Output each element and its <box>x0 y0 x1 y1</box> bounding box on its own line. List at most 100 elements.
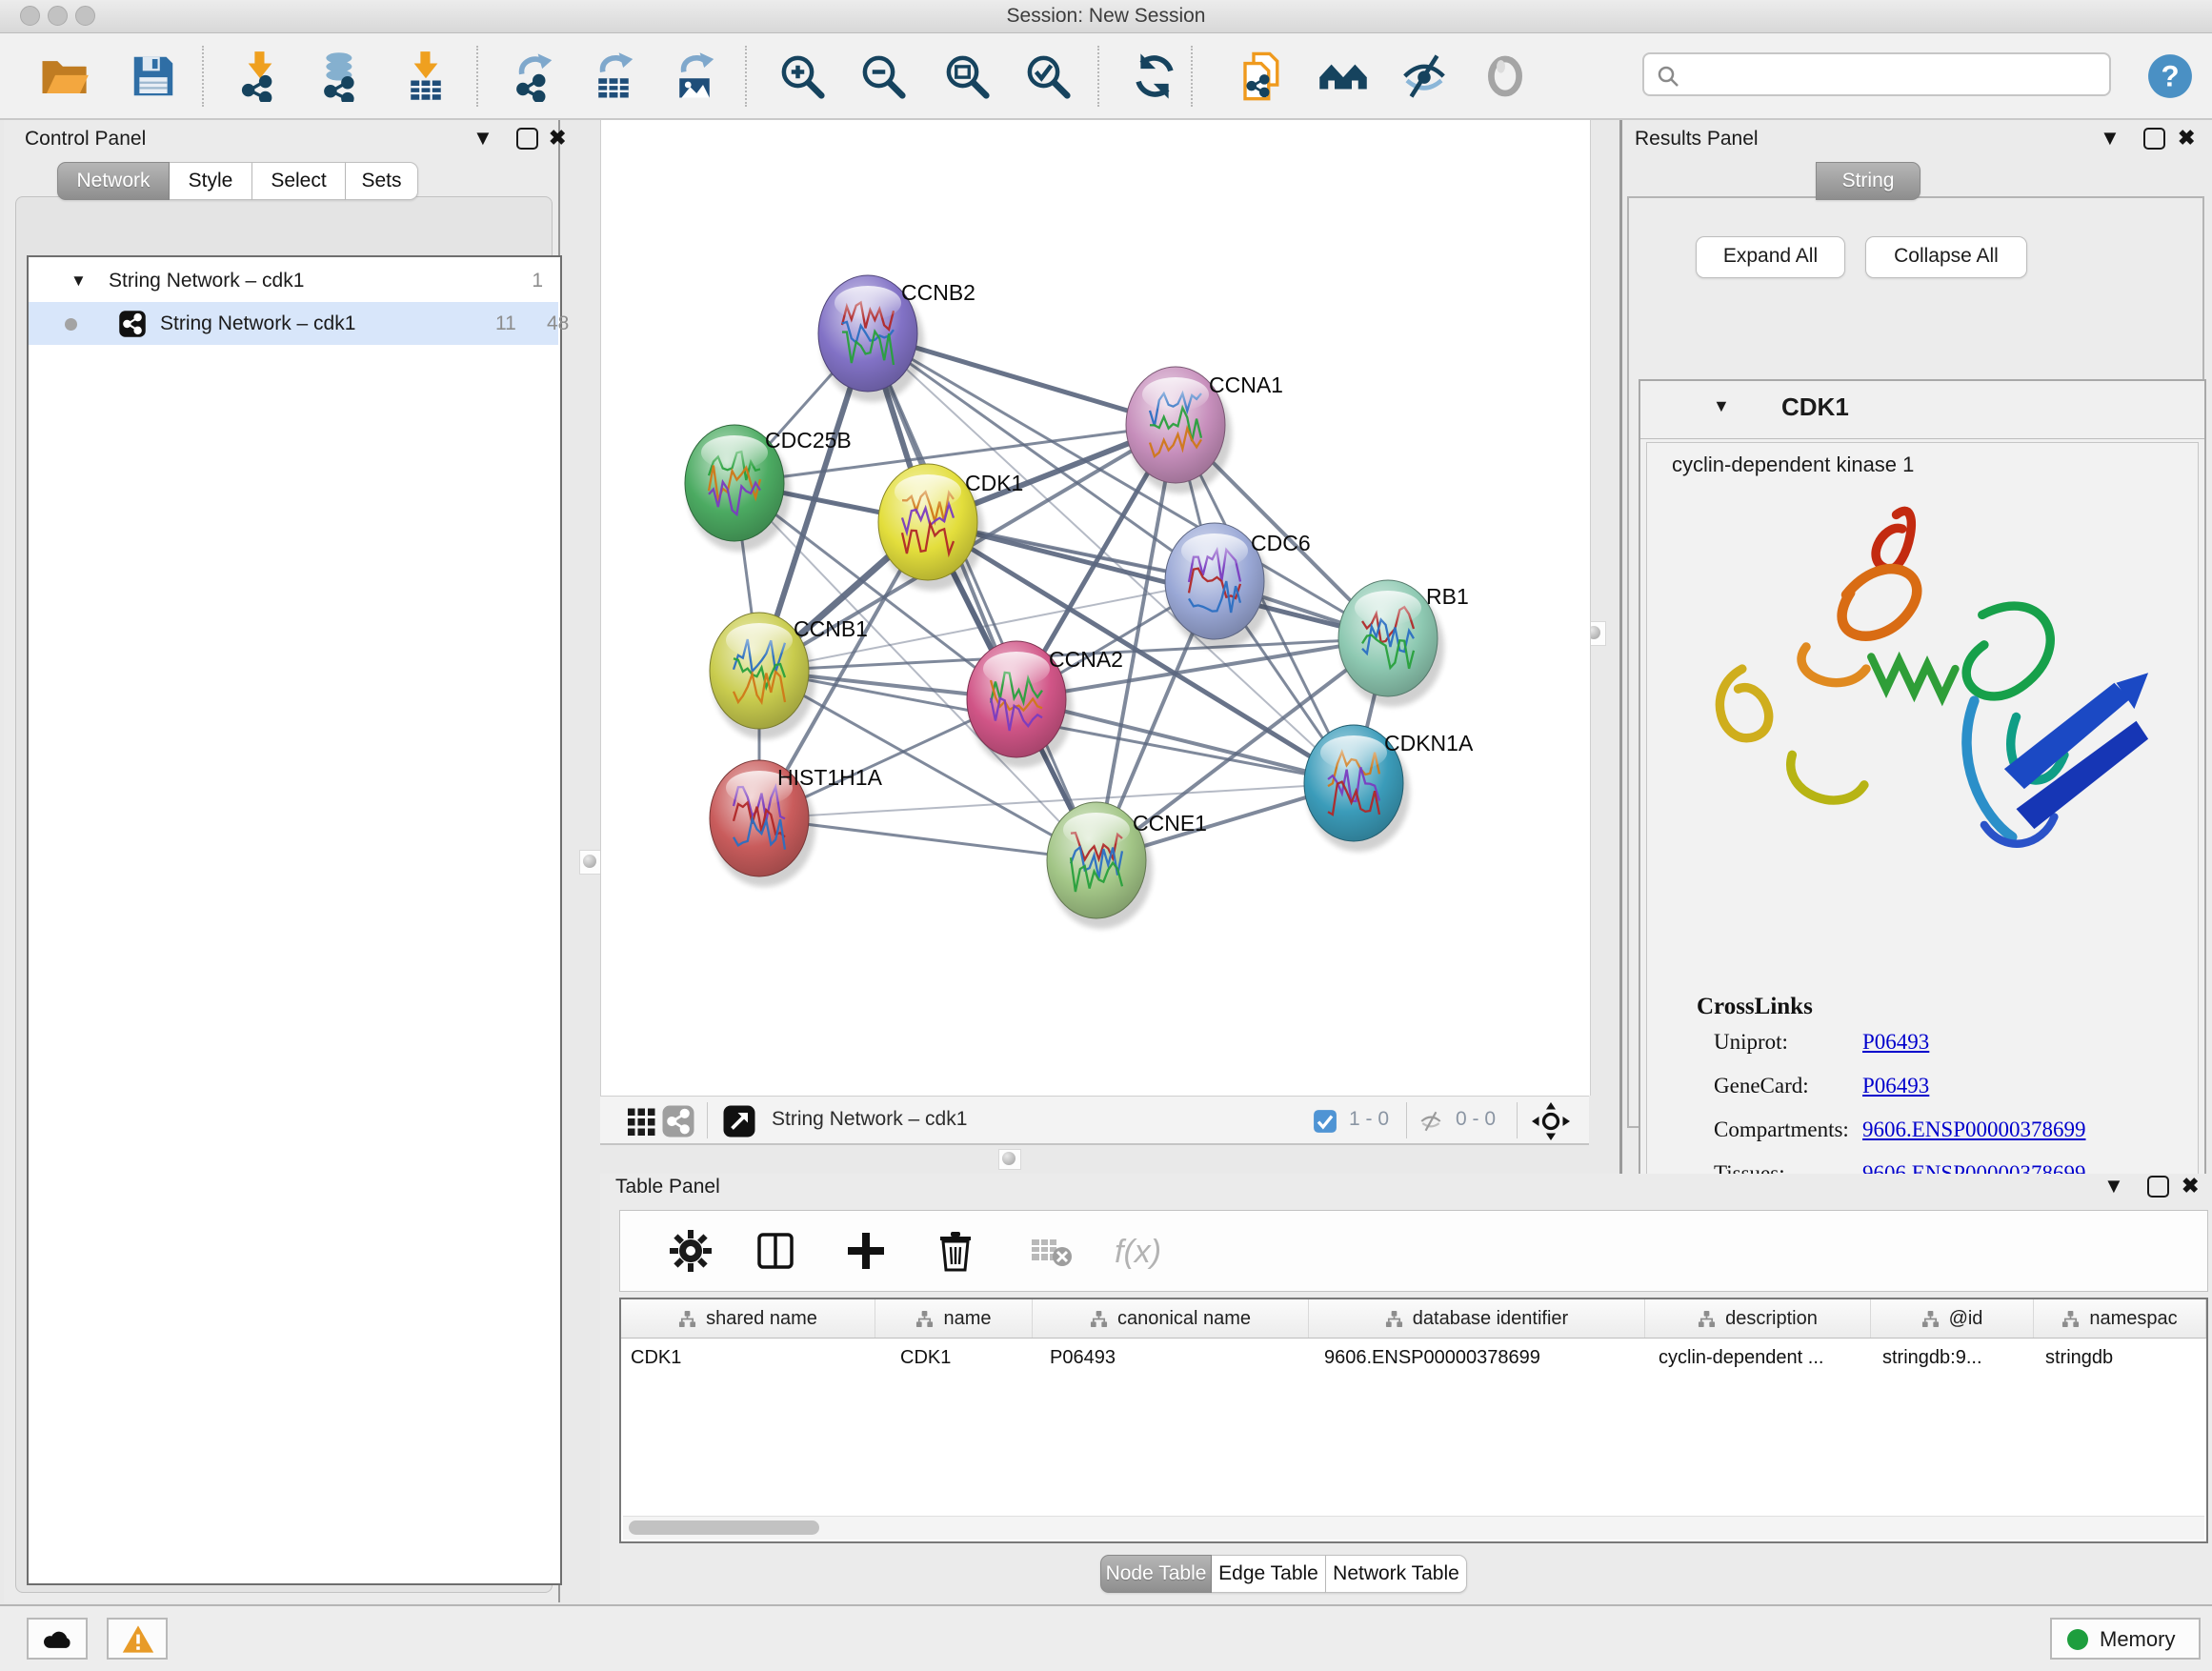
node-label: CDK1 <box>965 471 1023 495</box>
panel-menu-icon[interactable]: ▼ <box>473 126 493 151</box>
network-collection-row[interactable]: ▼ String Network – cdk1 1 <box>29 259 558 302</box>
crosslink-row: GeneCard:P06493 <box>1647 1074 2181 1106</box>
crosslink-link[interactable]: P06493 <box>1862 1030 1929 1055</box>
crosslink-link[interactable]: P06493 <box>1862 1074 1929 1098</box>
memory-button[interactable]: Memory <box>2050 1618 2201 1660</box>
table-cell[interactable]: CDK1 <box>875 1339 1033 1377</box>
toolbar-separator <box>202 46 204 107</box>
horizontal-scrollbar[interactable] <box>623 1516 2204 1540</box>
birds-eye-view-icon[interactable] <box>1532 1102 1570 1140</box>
panel-float-icon[interactable] <box>2143 128 2165 150</box>
function-builder-icon[interactable]: f(x) <box>1111 1228 1179 1274</box>
left-splitter-handle[interactable] <box>579 850 602 875</box>
column-header-database-identifier[interactable]: database identifier <box>1309 1299 1645 1338</box>
show-columns-icon[interactable] <box>753 1228 798 1274</box>
delete-column-icon[interactable] <box>933 1228 978 1274</box>
save-session-icon[interactable] <box>128 50 179 102</box>
node-label: HIST1H1A <box>777 765 883 790</box>
help-icon[interactable]: ? <box>2146 52 2194 100</box>
table-cell[interactable]: stringdb:9... <box>1871 1339 2034 1377</box>
selected-checkbox-icon[interactable] <box>1313 1109 1337 1134</box>
column-header-shared-name[interactable]: shared name <box>621 1299 875 1338</box>
tab-style[interactable]: Style <box>170 162 252 200</box>
open-session-icon[interactable] <box>38 50 90 102</box>
expand-all-button[interactable]: Expand All <box>1696 236 1845 278</box>
tab-node-table[interactable]: Node Table <box>1100 1555 1212 1593</box>
panel-menu-icon[interactable]: ▼ <box>2103 1174 2124 1198</box>
import-table-file-icon[interactable] <box>400 50 452 102</box>
tab-select[interactable]: Select <box>252 162 346 200</box>
scrollbar-thumb[interactable] <box>629 1520 819 1535</box>
network-view-icon[interactable] <box>661 1104 695 1138</box>
separator <box>1406 1102 1407 1138</box>
node-label: CCNA2 <box>1049 647 1123 672</box>
export-table-icon[interactable] <box>588 50 639 102</box>
selected-count: 1 - 0 <box>1349 1108 1389 1131</box>
table-cell[interactable]: CDK1 <box>621 1339 875 1377</box>
panel-close-icon[interactable]: ✖ <box>549 126 566 151</box>
tab-string[interactable]: String <box>1816 162 1920 200</box>
column-header-name[interactable]: name <box>875 1299 1033 1338</box>
delete-table-icon[interactable] <box>1028 1228 1074 1274</box>
section-collapse-icon[interactable]: ▼ <box>1713 396 1730 416</box>
panel-close-icon[interactable]: ✖ <box>2178 126 2195 151</box>
result-section-header[interactable]: ▼ CDK1 <box>1640 381 2204 439</box>
search-input[interactable] <box>1688 56 2101 94</box>
search-field[interactable] <box>1642 52 2111 96</box>
show-all-icon[interactable] <box>1479 50 1531 102</box>
zoom-selected-icon[interactable] <box>1022 50 1074 102</box>
panel-menu-icon[interactable]: ▼ <box>2100 126 2121 151</box>
tab-network-table[interactable]: Network Table <box>1326 1555 1467 1593</box>
table-cell[interactable]: 9606.ENSP00000378699 <box>1309 1339 1645 1377</box>
hide-selected-icon[interactable] <box>1398 50 1450 102</box>
zoom-fit-icon[interactable] <box>941 50 993 102</box>
detach-view-icon[interactable] <box>722 1104 756 1138</box>
tab-network[interactable]: Network <box>57 162 170 200</box>
network-canvas[interactable]: CCNB2CCNA1CDC25BCDK1CDC6RB1CCNB1CCNA2CDK… <box>600 120 1591 1096</box>
zoom-in-icon[interactable] <box>776 50 828 102</box>
import-network-file-icon[interactable] <box>234 50 286 102</box>
warning-button[interactable] <box>107 1618 168 1660</box>
column-header-@id[interactable]: @id <box>1871 1299 2034 1338</box>
table-panel: Table Panel ▼ ✖ f(x) shared namenamecano… <box>600 1174 2212 1604</box>
table-settings-gear-icon[interactable] <box>668 1228 714 1274</box>
column-header-description[interactable]: description <box>1645 1299 1871 1338</box>
tab-edge-table[interactable]: Edge Table <box>1212 1555 1326 1593</box>
search-icon <box>1656 64 1680 89</box>
table-cell[interactable]: stringdb <box>2034 1339 2206 1377</box>
cloud-icon <box>42 1625 74 1652</box>
import-network-database-icon[interactable] <box>314 50 366 102</box>
tree-expand-icon[interactable]: ▼ <box>70 259 87 302</box>
panel-close-icon[interactable]: ✖ <box>2182 1174 2199 1198</box>
table-header: shared namenamecanonical namedatabase id… <box>621 1299 2206 1339</box>
node-description: cyclin-dependent kinase 1 <box>1672 453 1914 477</box>
cloud-button[interactable] <box>27 1618 88 1660</box>
node-label: CCNB1 <box>794 616 868 641</box>
add-column-icon[interactable] <box>843 1228 889 1274</box>
network-edge[interactable] <box>868 333 1096 860</box>
table-cell[interactable]: P06493 <box>1033 1339 1309 1377</box>
network-row-selected[interactable]: String Network – cdk1 11 48 <box>29 302 558 345</box>
table-cell[interactable]: cyclin-dependent ... <box>1645 1339 1871 1377</box>
warning-icon <box>122 1624 154 1654</box>
duplicate-network-icon[interactable] <box>1237 50 1288 102</box>
network-graph[interactable]: CCNB2CCNA1CDC25BCDK1CDC6RB1CCNB1CCNA2CDK… <box>601 120 1590 1096</box>
node-result-section: ▼ CDK1 cyclin-dependent kinase 1 <box>1639 379 2206 1191</box>
panel-float-icon[interactable] <box>2147 1176 2169 1198</box>
bottom-splitter-handle[interactable] <box>998 1149 1021 1170</box>
zoom-out-icon[interactable] <box>857 50 909 102</box>
first-neighbors-icon[interactable] <box>1317 50 1369 102</box>
column-header-canonical-name[interactable]: canonical name <box>1033 1299 1309 1338</box>
column-header-namespac[interactable]: namespac <box>2034 1299 2206 1338</box>
toolbar-separator <box>745 46 747 107</box>
collapse-all-button[interactable]: Collapse All <box>1865 236 2027 278</box>
export-network-icon[interactable] <box>507 50 558 102</box>
hidden-eye-icon[interactable] <box>1418 1109 1444 1134</box>
crosslink-link[interactable]: 9606.ENSP00000378699 <box>1862 1117 2086 1142</box>
export-image-icon[interactable] <box>669 50 720 102</box>
panel-float-icon[interactable] <box>516 128 538 150</box>
tab-sets[interactable]: Sets <box>346 162 418 200</box>
apply-layout-icon[interactable] <box>1129 50 1180 102</box>
panel-divider[interactable] <box>1619 120 1622 1174</box>
grid-view-icon[interactable] <box>625 1104 659 1138</box>
